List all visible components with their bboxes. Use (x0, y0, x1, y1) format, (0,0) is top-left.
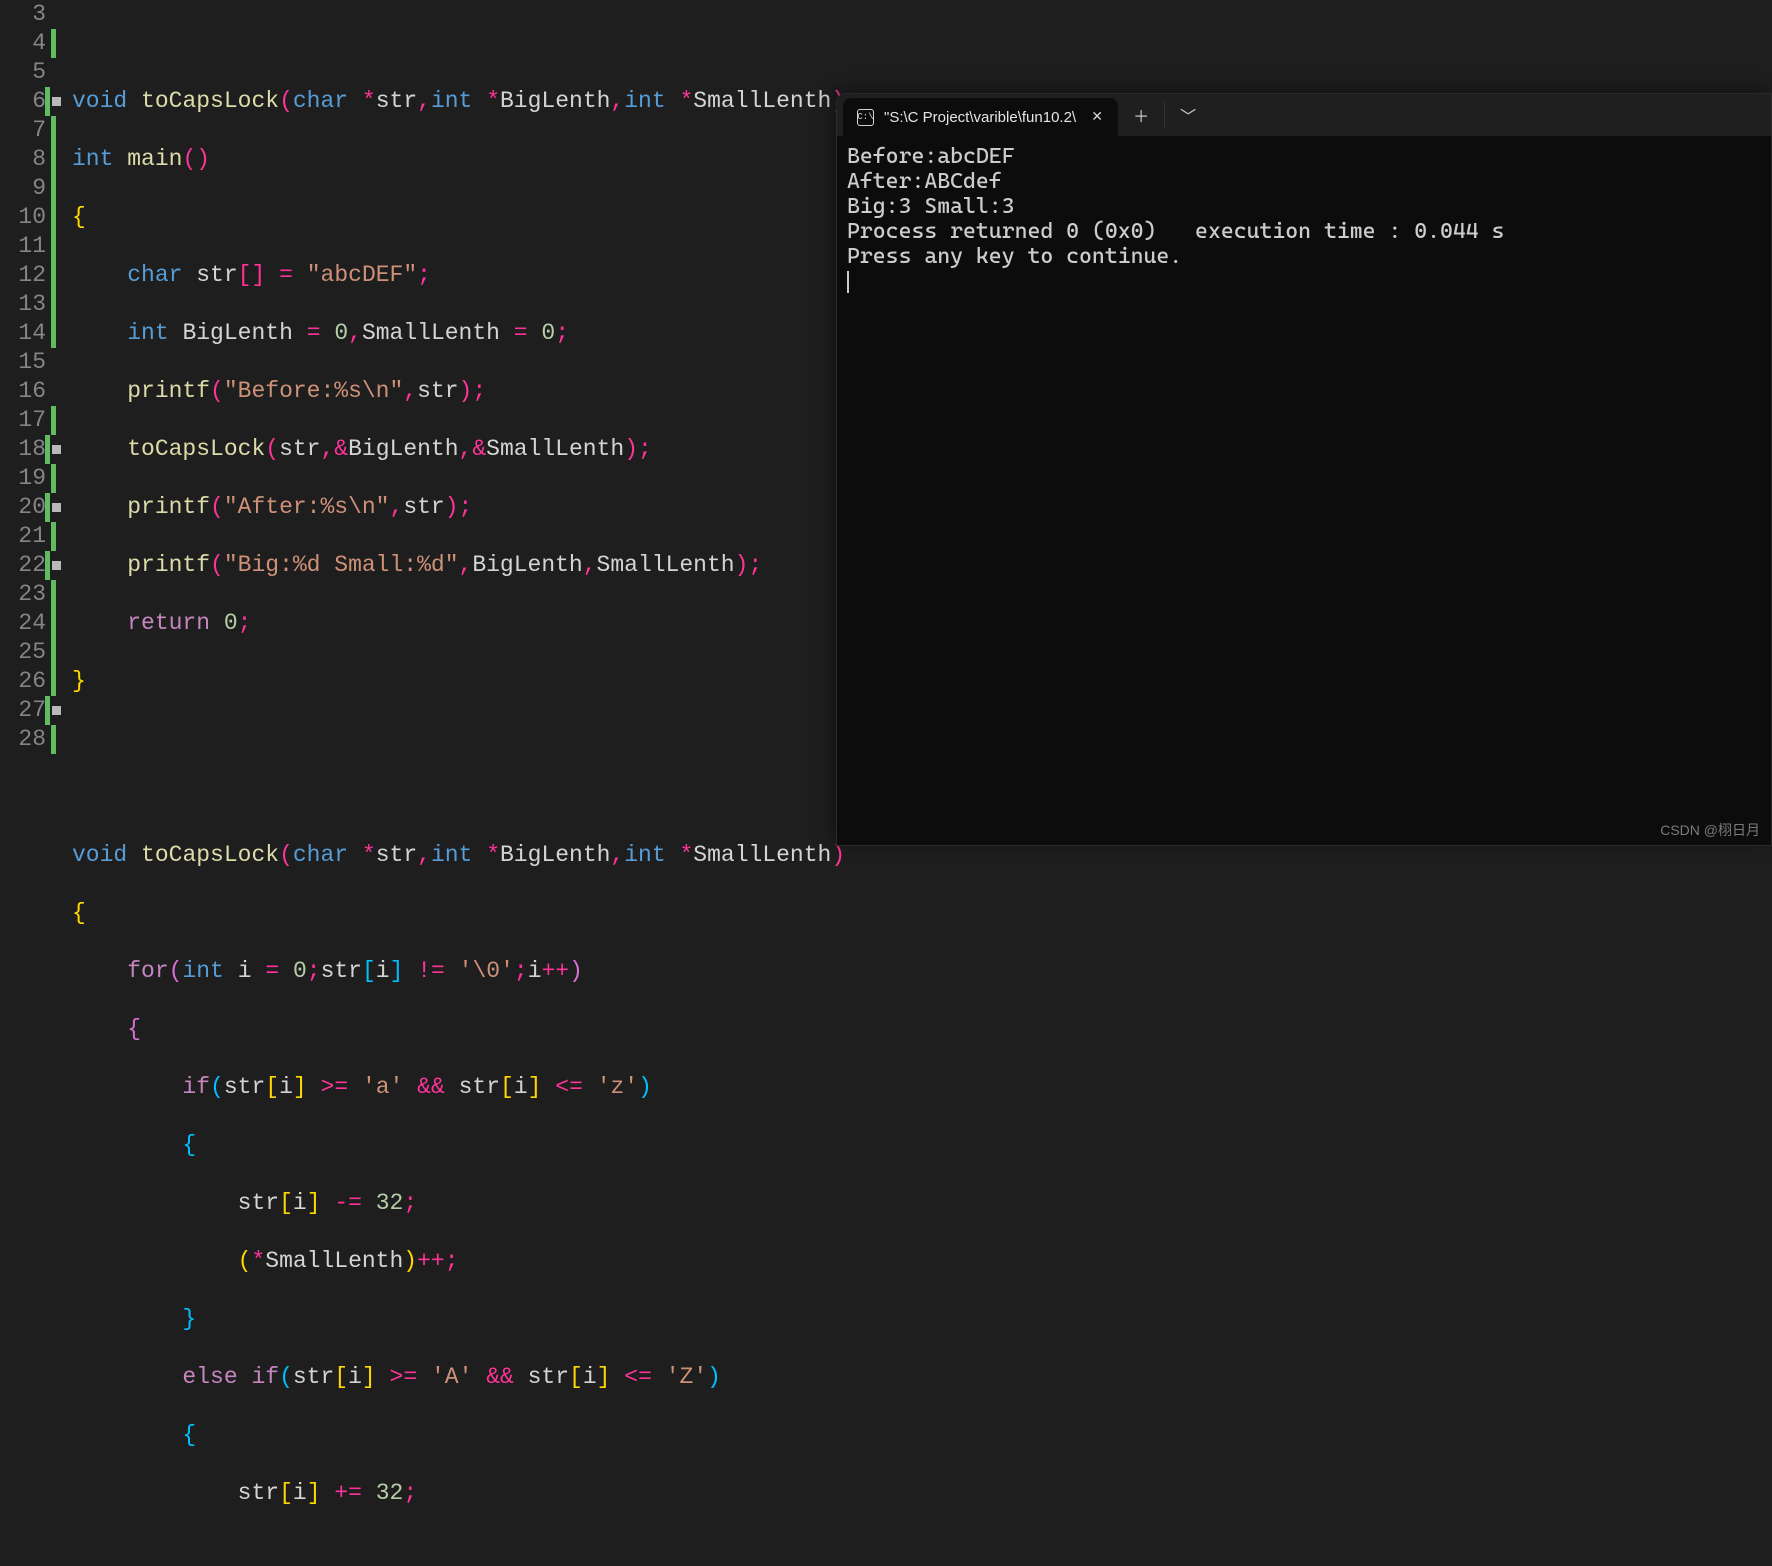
terminal-tab-title: "S:\C Project\varible\fun10.2\ (884, 109, 1076, 126)
output-line: Press any key to continue. (847, 244, 1182, 269)
fold-gutter (52, 0, 66, 1566)
terminal-output[interactable]: Before:abcDEF After:ABCdef Big:3 Small:3… (837, 136, 1771, 302)
code-content[interactable]: void toCapsLock(char *str,int *BigLenth,… (66, 0, 859, 1566)
output-line: After:ABCdef (847, 169, 1002, 194)
watermark: CSDN @栩日月 (1660, 820, 1760, 840)
terminal-icon: C:\ (857, 109, 874, 126)
output-line: Before:abcDEF (847, 144, 1015, 169)
terminal-window[interactable]: C:\ "S:\C Project\varible\fun10.2\ ✕ ＋ ﹀… (836, 93, 1772, 846)
line-number-gutter: 3456789101112131415161718192021222324252… (0, 0, 52, 1566)
new-tab-button[interactable]: ＋ (1118, 94, 1164, 136)
output-line: Process returned 0 (0x0) execution time … (847, 219, 1504, 244)
close-icon[interactable]: ✕ (1086, 106, 1108, 128)
output-line: Big:3 Small:3 (847, 194, 1015, 219)
chevron-down-icon[interactable]: ﹀ (1165, 94, 1211, 136)
terminal-tab[interactable]: C:\ "S:\C Project\varible\fun10.2\ ✕ (843, 98, 1118, 136)
terminal-cursor (847, 271, 849, 293)
terminal-titlebar[interactable]: C:\ "S:\C Project\varible\fun10.2\ ✕ ＋ ﹀ (837, 94, 1771, 136)
